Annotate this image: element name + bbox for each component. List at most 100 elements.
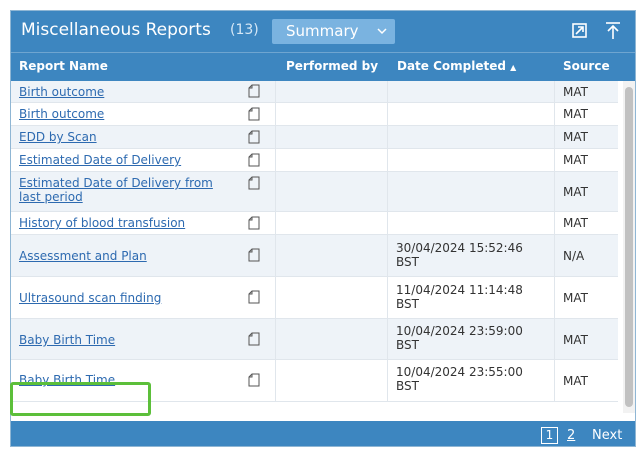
table-row: Baby Birth Time 10/04/2024 23:59:00 BST … [11, 319, 618, 360]
date-cell: 10/04/2024 23:59:00 BST [388, 319, 555, 359]
performed-by-cell [276, 172, 388, 211]
report-name-cell: Baby Birth Time [11, 319, 234, 359]
document-icon[interactable] [248, 153, 260, 167]
report-link[interactable]: Birth outcome [19, 107, 104, 121]
date-time: 30/04/2024 15:52:46 [396, 241, 523, 255]
document-cell [234, 103, 276, 125]
report-name-cell: Estimated Date of Delivery [11, 149, 234, 171]
source-cell: MAT [555, 212, 618, 234]
report-link-line2: last period [19, 190, 83, 204]
source-value: MAT [563, 153, 588, 167]
date-timezone: BST [396, 338, 419, 352]
col-date-completed[interactable]: Date Completed ▲ [397, 59, 516, 73]
document-cell [234, 149, 276, 171]
report-link[interactable]: Baby Birth Time [19, 373, 115, 387]
document-cell [234, 172, 276, 211]
panel-title-bar: Miscellaneous Reports (13) Summary [11, 11, 635, 52]
source-cell: MAT [555, 149, 618, 171]
performed-by-cell [276, 319, 388, 359]
document-cell [234, 235, 276, 276]
report-name-cell: Baby Birth Time [11, 360, 234, 401]
date-cell: 30/04/2024 15:52:46 BST [388, 235, 555, 276]
panel-title: Miscellaneous Reports [21, 20, 211, 40]
performed-by-cell [276, 149, 388, 171]
date-cell: 11/04/2024 11:14:48 BST [388, 277, 555, 318]
document-icon[interactable] [248, 130, 260, 144]
table-row: Estimated Date of Delivery from last per… [11, 172, 618, 212]
col-report-name[interactable]: Report Name [19, 59, 108, 73]
document-icon[interactable] [248, 216, 260, 230]
report-name-cell: Estimated Date of Delivery from last per… [11, 172, 234, 211]
document-icon[interactable] [248, 332, 260, 346]
scrollbar-thumb[interactable] [625, 87, 633, 407]
document-cell [234, 319, 276, 359]
page-2-link[interactable]: 2 [567, 428, 575, 443]
source-value: N/A [563, 249, 585, 263]
document-icon[interactable] [248, 373, 260, 387]
date-cell [388, 212, 555, 234]
next-page-link[interactable]: Next [592, 428, 622, 443]
source-value: MAT [563, 374, 588, 388]
date-time: 10/04/2024 23:59:00 [396, 324, 523, 338]
report-link[interactable]: History of blood transfusion [19, 216, 185, 230]
document-cell [234, 277, 276, 318]
report-link[interactable]: Baby Birth Time [19, 333, 115, 347]
collapse-up-icon[interactable] [601, 19, 625, 43]
sort-ascending-icon: ▲ [510, 63, 517, 72]
view-select-dropdown[interactable]: Summary [272, 19, 395, 44]
source-value: MAT [563, 291, 588, 305]
date-value: 10/04/2024 23:55:00 BST [396, 365, 523, 393]
performed-by-cell [276, 126, 388, 148]
document-icon[interactable] [248, 84, 260, 98]
table-row: Birth outcome MAT [11, 103, 618, 126]
report-link[interactable]: Estimated Date of Delivery from last per… [19, 176, 213, 204]
report-link[interactable]: Estimated Date of Delivery [19, 153, 181, 167]
source-value: MAT [563, 130, 588, 144]
source-value: MAT [563, 333, 588, 347]
source-cell: MAT [555, 360, 618, 401]
date-cell [388, 149, 555, 171]
date-cell: 10/04/2024 23:55:00 BST [388, 360, 555, 401]
table-row: Estimated Date of Delivery MAT [11, 149, 618, 172]
report-link[interactable]: Birth outcome [19, 85, 104, 99]
date-cell [388, 103, 555, 125]
document-icon[interactable] [248, 107, 260, 121]
performed-by-cell [276, 103, 388, 125]
source-cell: N/A [555, 235, 618, 276]
col-source[interactable]: Source [563, 59, 610, 73]
chevron-down-icon [377, 19, 387, 53]
source-cell: MAT [555, 81, 618, 102]
popout-icon[interactable] [568, 19, 592, 43]
source-cell: MAT [555, 103, 618, 125]
source-cell: MAT [555, 277, 618, 318]
table-row: Ultrasound scan finding 11/04/2024 11:14… [11, 277, 618, 319]
performed-by-cell [276, 81, 388, 102]
report-name-cell: Assessment and Plan [11, 235, 234, 276]
report-name-cell: History of blood transfusion [11, 212, 234, 234]
report-link[interactable]: EDD by Scan [19, 130, 97, 144]
date-cell [388, 81, 555, 102]
date-value: 11/04/2024 11:14:48 BST [396, 283, 523, 311]
report-name-cell: Ultrasound scan finding [11, 277, 234, 318]
report-name-cell: EDD by Scan [11, 126, 234, 148]
date-value: 10/04/2024 23:59:00 BST [396, 324, 523, 352]
report-link[interactable]: Assessment and Plan [19, 249, 147, 263]
date-time: 10/04/2024 23:55:00 [396, 365, 523, 379]
table-row: EDD by Scan MAT [11, 126, 618, 149]
report-name-cell: Birth outcome [11, 81, 234, 102]
page-1-current[interactable]: 1 [541, 427, 558, 444]
document-cell [234, 81, 276, 102]
table-row: Birth outcome MAT [11, 81, 618, 103]
view-select-value: Summary [286, 22, 359, 40]
report-link[interactable]: Ultrasound scan finding [19, 291, 161, 305]
col-date-completed-label: Date Completed [397, 59, 506, 73]
date-timezone: BST [396, 297, 419, 311]
source-cell: MAT [555, 126, 618, 148]
misc-reports-panel: Miscellaneous Reports (13) Summary Repor… [10, 10, 636, 447]
table-scrollbar[interactable] [623, 81, 635, 413]
performed-by-cell [276, 235, 388, 276]
document-icon[interactable] [248, 176, 260, 190]
document-icon[interactable] [248, 290, 260, 304]
document-icon[interactable] [248, 248, 260, 262]
col-performed-by[interactable]: Performed by [286, 59, 378, 73]
